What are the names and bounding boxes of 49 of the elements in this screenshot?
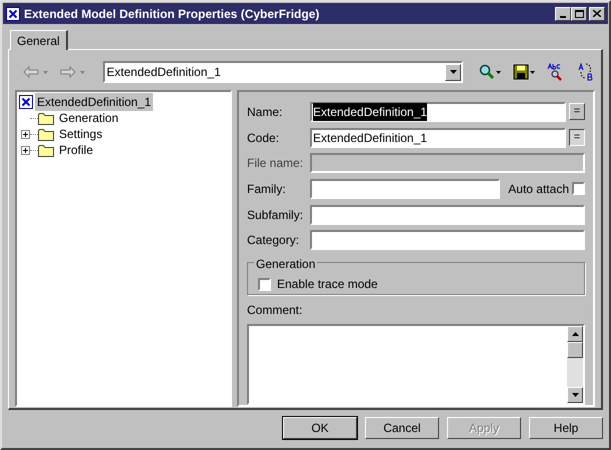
tab[interactable]: General: [10, 30, 68, 50]
object-combo[interactable]: ExtendedDefinition_1: [102, 61, 463, 83]
expand-icon[interactable]: [21, 146, 30, 154]
tree-item[interactable]: Generation: [57, 109, 120, 127]
field-label: File name:: [247, 155, 304, 172]
folder-icon: [38, 128, 54, 140]
rename-icon[interactable]: [577, 63, 595, 81]
equal-button[interactable]: =: [569, 103, 585, 120]
checkbox[interactable]: [572, 182, 585, 196]
field-label: Subfamily:: [247, 206, 304, 224]
comment-field[interactable]: [247, 324, 585, 405]
close-icon[interactable]: [589, 6, 605, 20]
field-label: Family:: [247, 180, 287, 198]
input-field[interactable]: [310, 204, 585, 225]
save-icon[interactable]: [513, 64, 535, 80]
input-field[interactable]: ExtendedDefinition_1: [310, 102, 566, 122]
scroll-up-icon[interactable]: [572, 332, 578, 336]
scrollbar[interactable]: [567, 326, 583, 403]
tree-item[interactable]: Settings: [57, 125, 104, 143]
maximize-icon[interactable]: [571, 6, 587, 20]
input-field[interactable]: [310, 230, 585, 250]
tree-item[interactable]: ExtendedDefinition_1: [35, 93, 154, 111]
tree-item[interactable]: Profile: [57, 141, 96, 159]
model-icon: [19, 95, 33, 109]
scroll-thumb[interactable]: [567, 342, 583, 358]
field-value: ExtendedDefinition_1: [313, 130, 428, 147]
checkbox-label: Enable trace mode: [277, 276, 378, 294]
dialog-button[interactable]: OK: [283, 417, 357, 439]
checkbox[interactable]: [258, 278, 271, 291]
comment-label: Comment:: [247, 302, 304, 319]
app-icon: [6, 6, 20, 20]
field-label: Name:: [247, 104, 284, 121]
folder-icon: [38, 144, 54, 156]
field-label: Category:: [247, 232, 300, 250]
input-field[interactable]: ExtendedDefinition_1: [310, 128, 566, 148]
input-field[interactable]: [310, 178, 500, 199]
field-value: ExtendedDefinition_1: [313, 102, 428, 121]
auto-attach-label: Auto attach: [508, 180, 569, 198]
dialog-button[interactable]: Help: [529, 417, 603, 439]
minimize-icon[interactable]: [555, 6, 571, 20]
folder-icon: [38, 112, 54, 124]
window-title: Extended Model Definition Properties (CyberFridge): [24, 6, 320, 22]
expand-icon[interactable]: [21, 130, 30, 138]
scroll-down-icon[interactable]: [572, 392, 578, 397]
dialog-button[interactable]: Cancel: [365, 417, 439, 439]
equal-button[interactable]: =: [569, 129, 585, 146]
field-label: Code:: [247, 130, 280, 147]
search-icon[interactable]: [479, 64, 501, 80]
dropdown-caret-icon[interactable]: [450, 70, 456, 74]
